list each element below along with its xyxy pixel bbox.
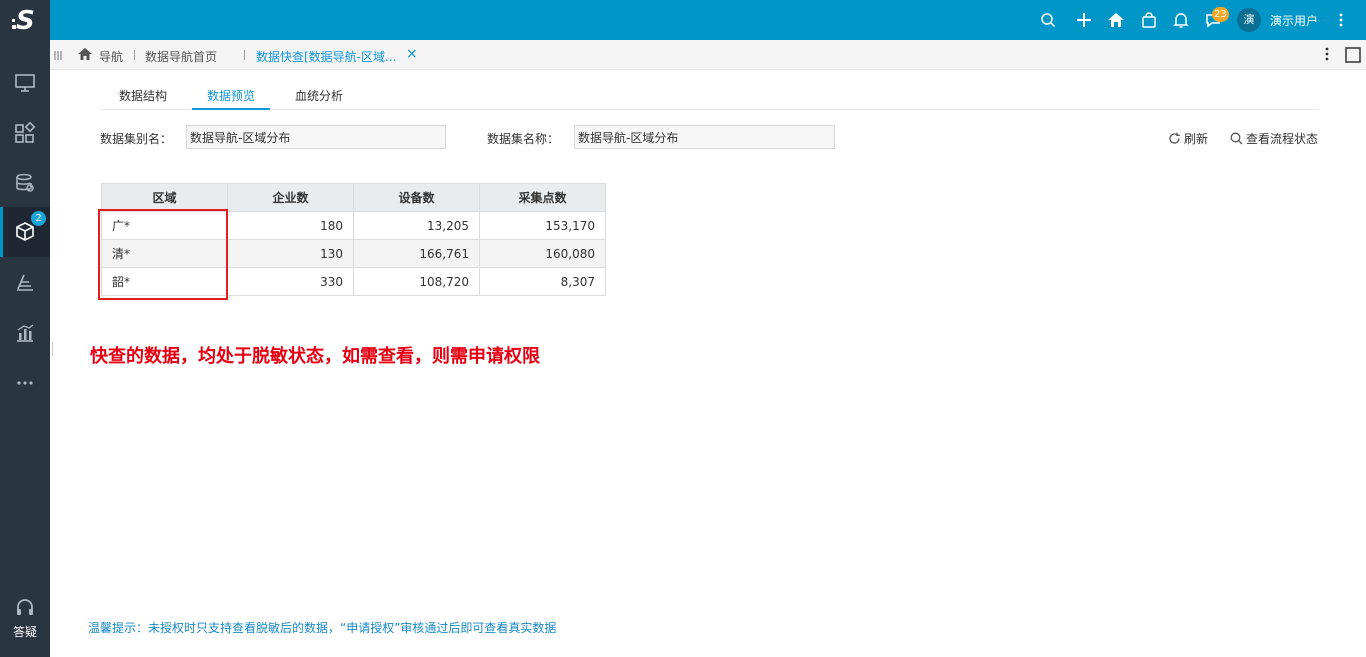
alias-input[interactable] [186, 125, 446, 149]
tab-lineage-analysis[interactable]: 血统分析 [295, 87, 343, 104]
tab-data-structure[interactable]: 数据结构 [119, 87, 167, 104]
tip-text: 温馨提示：未授权时只支持查看脱敏后的数据，“申请授权”审核通过后即可查看真实数据 [88, 621, 557, 635]
view-flow-status-label: 查看流程状态 [1246, 132, 1319, 146]
table-cell: 153,170 [479, 211, 606, 240]
more-dots-icon [17, 381, 33, 385]
alias-label: 数据集别名： [100, 132, 173, 146]
username-label[interactable]: 演示用户 [1270, 12, 1318, 29]
tab-separator [134, 50, 135, 60]
add-button[interactable] [1074, 10, 1094, 30]
notification-button[interactable] [1171, 10, 1191, 30]
bar-chart-icon [17, 324, 34, 342]
left-sidebar: S 2 答疑 [0, 0, 50, 657]
search-icon [1230, 132, 1243, 145]
refresh-label: 刷新 [1184, 132, 1209, 146]
message-badge: 23 [1212, 7, 1229, 22]
svg-text:S: S [16, 6, 35, 35]
view-flow-status-button[interactable]: 查看流程状态 [1230, 130, 1318, 147]
table-cell: 166,761 [353, 239, 480, 268]
column-header[interactable]: 设备数 [353, 183, 480, 212]
search-button[interactable] [1038, 10, 1058, 30]
name-input[interactable] [574, 125, 835, 149]
plus-icon [1077, 13, 1091, 27]
table-cell: 13,205 [353, 211, 480, 240]
table-cell: 160,080 [479, 239, 606, 268]
help-button[interactable]: 答疑 [0, 598, 50, 648]
layers-icon [17, 274, 33, 291]
active-tab-indicator [192, 108, 270, 110]
search-icon [1041, 13, 1056, 28]
tab-data-nav-home[interactable]: 数据导航首页 [145, 48, 217, 65]
home-tab-icon [78, 48, 92, 60]
table-cell: 330 [227, 267, 354, 296]
tab-home[interactable]: 导航 [99, 48, 123, 65]
sidebar-item-apps[interactable] [0, 108, 50, 158]
sidebar-item-database[interactable] [0, 158, 50, 208]
tab-close-icon[interactable]: × [406, 46, 418, 62]
table-cell: 8,307 [479, 267, 606, 296]
headset-icon [17, 599, 33, 615]
cube-icon [16, 222, 34, 241]
highlight-box [98, 209, 228, 300]
bell-icon [1173, 13, 1189, 28]
panel-splitter[interactable] [52, 342, 53, 356]
header-menu-button[interactable] [1331, 10, 1351, 30]
tab-data-preview[interactable]: 数据预览 [207, 87, 255, 104]
logo-icon: S [12, 6, 35, 35]
refresh-icon [1169, 132, 1180, 144]
help-label: 答疑 [12, 625, 37, 639]
name-label: 数据集名称： [487, 132, 560, 146]
annotation-text: 快查的数据，均处于脱敏状态，如需查看，则需申请权限 [90, 346, 540, 367]
tab-separator [244, 50, 245, 60]
sidebar-item-dataset[interactable]: 2 [0, 207, 50, 257]
fullscreen-icon[interactable] [1345, 47, 1361, 63]
sidebar-item-layers[interactable] [0, 258, 50, 308]
column-header[interactable]: 采集点数 [479, 183, 606, 212]
table-header-row: 区域 企业数 设备数 采集点数 [101, 183, 606, 212]
shop-button[interactable] [1139, 10, 1159, 30]
column-header[interactable]: 企业数 [227, 183, 354, 212]
vertical-dots-icon [1339, 13, 1343, 27]
sidebar-item-report[interactable] [0, 308, 50, 358]
sub-tabs: 数据结构 数据预览 血统分析 [100, 80, 1318, 110]
sidebar-item-more[interactable] [0, 358, 50, 408]
app-logo[interactable]: S [0, 0, 50, 40]
monitor-icon [15, 74, 35, 92]
collapse-menu-icon[interactable] [54, 51, 62, 60]
sidebar-item-dashboard[interactable] [0, 58, 50, 108]
database-settings-icon [16, 173, 34, 192]
home-icon [1108, 13, 1124, 27]
tab-data-quick-query[interactable]: 数据快查[数据导航-区域... [256, 48, 396, 65]
home-button[interactable] [1106, 10, 1126, 30]
table-cell: 108,720 [353, 267, 480, 296]
tab-menu-icon[interactable] [1325, 47, 1329, 61]
table-cell: 180 [227, 211, 354, 240]
apps-icon [15, 122, 36, 143]
sidebar-badge: 2 [31, 211, 46, 226]
shopping-bag-icon [1142, 12, 1156, 28]
table-cell: 130 [227, 239, 354, 268]
refresh-button[interactable]: 刷新 [1168, 130, 1208, 147]
avatar[interactable]: 演 [1237, 8, 1261, 32]
tab-bar: 导航 数据导航首页 数据快查[数据导航-区域... × [50, 40, 1366, 70]
column-header[interactable]: 区域 [101, 183, 228, 212]
top-header: 23 演 演示用户 [50, 0, 1366, 40]
